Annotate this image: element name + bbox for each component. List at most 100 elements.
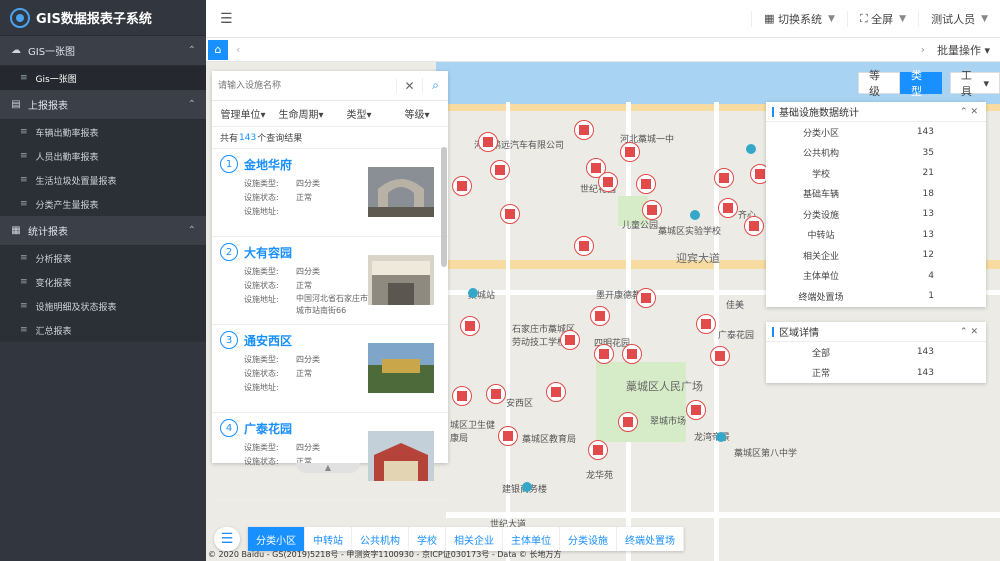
close-icon[interactable]: ✕ (396, 78, 422, 93)
stats-name: 主体单位 (802, 272, 839, 283)
sidebar-item-garbage[interactable]: ≡ 生活垃圾处置量报表 (0, 168, 206, 192)
sidebar-item-label: 车辆出勤率报表 (35, 128, 99, 139)
facility-pin[interactable] (710, 346, 730, 366)
tab-transfer-station[interactable]: 中转站 (305, 527, 352, 551)
facility-pin[interactable] (594, 344, 614, 364)
result-item[interactable]: 4 广泰花园 设施类型: 四分类 设施状态: 正常 (212, 413, 448, 501)
filter-management-unit[interactable]: 管理单位▾ (214, 106, 272, 121)
switch-system-button[interactable]: ▦ 切换系统 ▼ (751, 10, 847, 27)
chevron-down-icon: ▼ (981, 13, 988, 24)
facility-pin[interactable] (636, 174, 656, 194)
result-title[interactable]: 通安西区 (244, 332, 320, 349)
sidebar-item-classify[interactable]: ≡ 分类产生量报表 (0, 192, 206, 216)
sidebar-group-gis[interactable]: ☁ GIS一张图 ⌃ (0, 36, 206, 66)
result-item[interactable]: 2 大有容园 设施类型: 四分类 设施状态: 正常 设施地址: 中国河北省石家庄市藁城… (212, 237, 448, 325)
grid-icon: ▦ (764, 12, 775, 25)
facility-pin[interactable] (452, 176, 472, 196)
info-key: 设施状态: (244, 457, 279, 466)
sidebar-item-change[interactable]: ≡ 变化报表 (0, 270, 206, 294)
menu-fold-icon[interactable]: ☰ (220, 11, 234, 27)
facility-pin[interactable] (618, 412, 638, 432)
facility-pin[interactable] (460, 316, 480, 336)
poi-marker (522, 482, 532, 492)
facility-pin[interactable] (478, 132, 498, 152)
stats-name: 分类小区 (802, 128, 839, 139)
tab-community[interactable]: 分类小区 (248, 527, 305, 551)
tools-button[interactable]: 工具 ▾ (949, 69, 1000, 98)
collapse-close-icons[interactable]: ⌃ ✕ (960, 327, 978, 337)
tab-enterprise[interactable]: 相关企业 (446, 527, 503, 551)
facility-pin[interactable] (686, 400, 706, 420)
facility-pin[interactable] (452, 386, 472, 406)
map-controls: 等级 类型 工具 ▾ (858, 69, 1000, 98)
result-title[interactable]: 大有容园 (244, 244, 380, 261)
stats-name: 中转站 (807, 231, 835, 242)
result-thumbnail (368, 431, 434, 481)
info-key: 设施状态: (244, 369, 279, 378)
facility-pin[interactable] (590, 306, 610, 326)
filter-level[interactable]: 等级▾ (388, 106, 446, 121)
scrollbar[interactable] (441, 147, 447, 267)
chevron-right-icon[interactable]: › (921, 43, 925, 56)
facility-pin[interactable] (622, 344, 642, 364)
filter-lifecycle[interactable]: 生命周期▾ (272, 106, 330, 121)
facility-pin[interactable] (546, 382, 566, 402)
sidebar-item-detail[interactable]: ≡ 设施明细及状态报表 (0, 294, 206, 318)
result-thumbnail (368, 255, 434, 305)
sidebar-item-staff[interactable]: ≡ 人员出勤率报表 (0, 144, 206, 168)
search-input[interactable] (212, 71, 396, 100)
chevron-up-icon: ⌃ (187, 45, 196, 56)
facility-pin[interactable] (636, 288, 656, 308)
facility-pin[interactable] (714, 168, 734, 188)
list-icon: ≡ (20, 127, 28, 137)
sidebar-group-report[interactable]: ▤ 上报报表 ⌃ (0, 90, 206, 120)
result-count: 共有 143 个查询结果 (212, 127, 448, 149)
batch-operation-button[interactable]: 批量操作 ▾ (937, 42, 990, 58)
result-item[interactable]: 3 通安西区 设施类型: 四分类 设施状态: 正常 设施地址: (212, 325, 448, 413)
search-panel: ✕ ⌕ 管理单位▾ 生命周期▾ 类型▾ 等级▾ 共有143个查询结果 1 金地华… (212, 71, 448, 501)
list-toggle-icon[interactable]: ☰ (214, 527, 240, 551)
facility-pin[interactable] (486, 384, 506, 404)
facility-pin[interactable] (498, 426, 518, 446)
facility-pin[interactable] (490, 160, 510, 180)
sidebar-item-summary[interactable]: ≡ 汇总报表 (0, 318, 206, 342)
facility-pin[interactable] (574, 120, 594, 140)
tab-facility[interactable]: 分类设施 (560, 527, 617, 551)
facility-pin[interactable] (744, 216, 764, 236)
list-icon: ≡ (20, 253, 28, 263)
region-header: 区域详情 ⌃ ✕ (766, 322, 986, 342)
tab-public-agency[interactable]: 公共机构 (352, 527, 409, 551)
tab-main-unit[interactable]: 主体单位 (503, 527, 560, 551)
facility-pin[interactable] (696, 314, 716, 334)
collapse-panel-button[interactable]: ▲ (296, 463, 360, 473)
user-menu[interactable]: 测试人员 ▼ (918, 10, 1000, 27)
facility-pin[interactable] (718, 198, 738, 218)
collapse-close-icons[interactable]: ⌃ ✕ (960, 107, 978, 117)
tab-school[interactable]: 学校 (409, 527, 446, 551)
sidebar-group-label: 上报报表 (28, 101, 68, 112)
search-icon[interactable]: ⌕ (422, 78, 448, 93)
home-icon[interactable]: ⌂ (208, 39, 228, 60)
facility-pin[interactable] (574, 236, 594, 256)
sidebar-item-analysis[interactable]: ≡ 分析报表 (0, 246, 206, 270)
facility-pin[interactable] (588, 440, 608, 460)
facility-pin[interactable] (560, 330, 580, 350)
facility-pin[interactable] (598, 172, 618, 192)
facility-pin[interactable] (620, 142, 640, 162)
type-button[interactable]: 类型 (899, 69, 942, 98)
chevron-left-icon[interactable]: ‹ (236, 43, 240, 56)
result-title[interactable]: 金地华府 (244, 156, 320, 173)
level-button[interactable]: 等级 (858, 69, 900, 98)
fullscreen-button[interactable]: ⛶ 全屏 ▼ (846, 10, 918, 27)
facility-pin[interactable] (500, 204, 520, 224)
result-item[interactable]: 1 金地华府 设施类型: 四分类 设施状态: 正常 设施地址: (212, 149, 448, 237)
sidebar-item-gis-map[interactable]: ≡ Gis一张图 (0, 66, 206, 90)
stats-name: 终端处置场 (798, 292, 844, 303)
filter-type[interactable]: 类型▾ (330, 106, 388, 121)
tab-disposal-site[interactable]: 终端处置场 (617, 527, 684, 551)
stats-name: 相关企业 (802, 251, 839, 262)
sidebar-item-vehicle[interactable]: ≡ 车辆出勤率报表 (0, 120, 206, 144)
facility-pin[interactable] (642, 200, 662, 220)
sidebar-group-stats[interactable]: ▦ 统计报表 ⌃ (0, 216, 206, 246)
result-title[interactable]: 广泰花园 (244, 420, 320, 437)
